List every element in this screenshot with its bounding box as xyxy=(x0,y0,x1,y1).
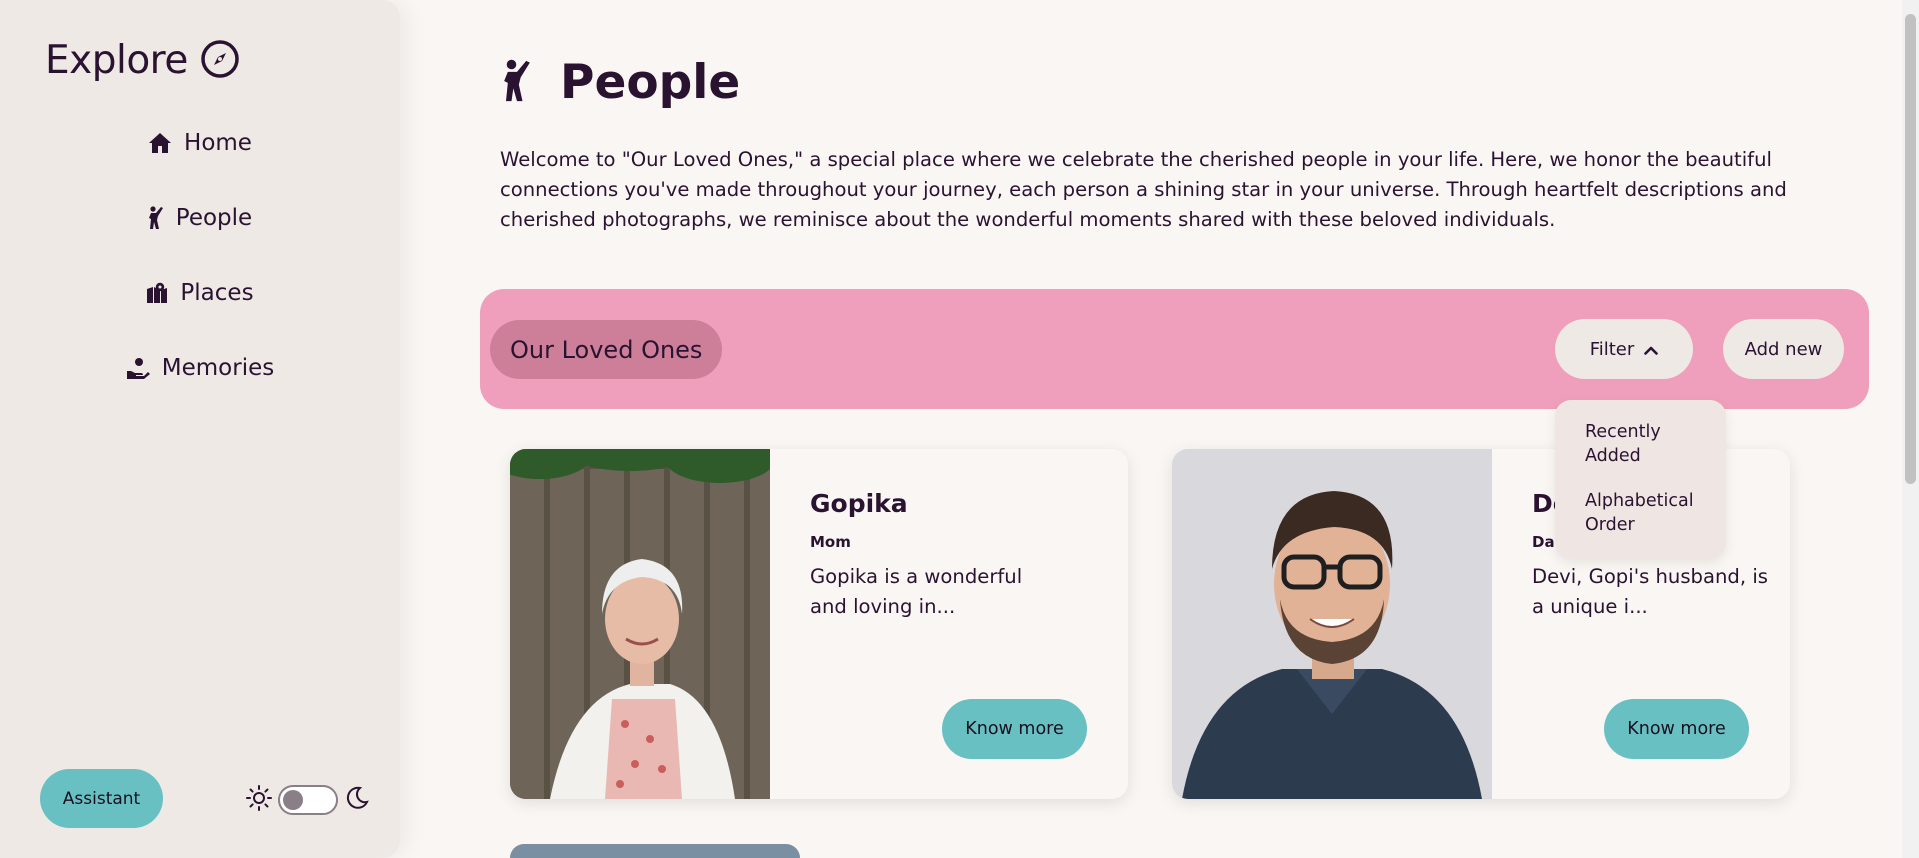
page-title: People xyxy=(560,55,741,110)
filter-option-alphabetical[interactable]: Alphabetical Order xyxy=(1585,489,1715,537)
nav-label: Places xyxy=(180,280,254,306)
filter-option-recent[interactable]: Recently Added xyxy=(1585,420,1715,468)
filter-button[interactable]: Filter xyxy=(1555,319,1693,379)
nav-label: Memories xyxy=(161,355,275,381)
section-banner: Our Loved Ones Filter Add new xyxy=(480,289,1869,409)
person-waving-icon xyxy=(500,59,534,107)
know-more-button[interactable]: Know more xyxy=(1604,699,1749,759)
person-name: Gopika xyxy=(810,489,908,518)
nav-item-people[interactable]: People xyxy=(0,205,400,231)
know-more-button[interactable]: Know more xyxy=(942,699,1087,759)
section-title: Our Loved Ones xyxy=(490,320,723,379)
theme-toggle xyxy=(246,785,370,815)
nav-label: Home xyxy=(184,130,252,156)
assistant-button[interactable]: Assistant xyxy=(40,769,163,828)
add-new-button[interactable]: Add new xyxy=(1723,319,1844,379)
person-role: Mom xyxy=(810,533,851,551)
brand-title: Explore xyxy=(45,38,188,83)
person-description: Gopika is a wonderful and loving in... xyxy=(810,565,1023,618)
switch-knob xyxy=(283,790,303,810)
person-photo xyxy=(1172,449,1492,799)
scrollbar-thumb[interactable] xyxy=(1905,14,1916,484)
nav-item-memories[interactable]: Memories xyxy=(0,355,400,381)
person-card: Gopika Mom Gopika is a wonderful and lov… xyxy=(510,449,1128,799)
sun-icon xyxy=(246,785,272,815)
filter-label: Filter xyxy=(1589,338,1635,360)
person-card-partial xyxy=(510,844,800,858)
compass-icon xyxy=(200,39,240,83)
moon-icon xyxy=(344,785,370,815)
brand: Explore xyxy=(45,38,240,83)
chevron-up-icon xyxy=(1644,339,1659,360)
home-icon xyxy=(148,132,172,154)
scrollbar[interactable] xyxy=(1902,0,1919,858)
hand-holding-heart-icon xyxy=(126,357,150,379)
person-waving-icon xyxy=(148,206,164,230)
nav-label: People xyxy=(175,205,253,231)
nav-item-home[interactable]: Home xyxy=(0,130,400,156)
sidebar: Explore Home People Places Memories Assi… xyxy=(0,0,400,858)
filter-dropdown: Recently Added Alphabetical Order xyxy=(1555,400,1726,559)
page-header: People xyxy=(500,55,740,110)
map-location-icon xyxy=(146,282,168,304)
nav-item-places[interactable]: Places xyxy=(0,280,400,306)
person-photo xyxy=(510,449,770,799)
dark-mode-switch[interactable] xyxy=(278,785,338,815)
person-description: Devi, Gopi's husband, is a unique i... xyxy=(1532,565,1768,618)
intro-text: Welcome to "Our Loved Ones," a special p… xyxy=(500,148,1787,231)
